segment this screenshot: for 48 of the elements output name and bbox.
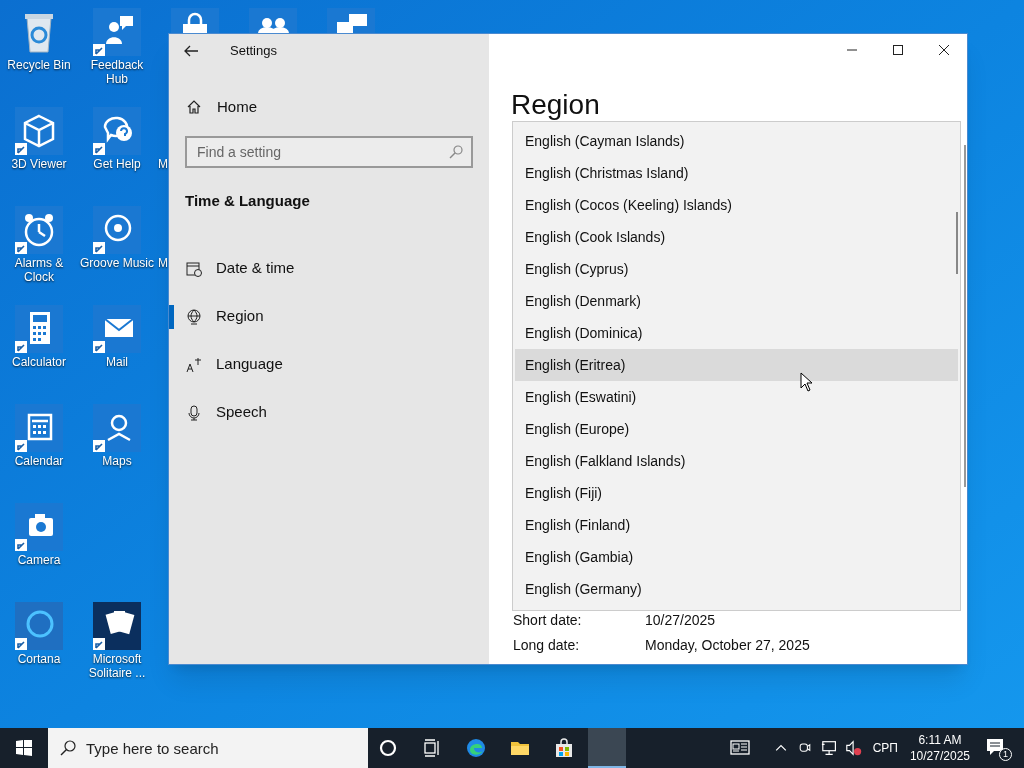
icon-label[interactable]: M <box>158 256 168 270</box>
taskbar-search-field[interactable]: Type here to search <box>48 728 368 768</box>
list-option[interactable]: English (Eswatini) <box>515 381 958 413</box>
list-option[interactable]: English (Finland) <box>515 509 958 541</box>
icon-label[interactable]: Mail <box>79 355 155 369</box>
icon-label[interactable]: M <box>158 157 168 171</box>
clock-date[interactable]: 10/27/2025 <box>909 748 970 764</box>
search-field[interactable]: Find a setting <box>185 136 473 168</box>
input-language-indicator[interactable]: СРП <box>872 739 898 757</box>
icon-label[interactable]: 3D Viewer <box>1 157 77 171</box>
nav-item[interactable]: Date & time <box>169 244 489 293</box>
list-option[interactable]: English (Germany) <box>515 573 958 605</box>
page-title: Region <box>511 88 600 122</box>
format-label: Short date: <box>513 611 583 630</box>
icon-label[interactable]: Camera <box>1 553 77 567</box>
nav-item[interactable]: Speech <box>169 388 489 437</box>
list-option[interactable]: English (Dominica) <box>515 317 958 349</box>
icon-label[interactable]: Alarms & Clock <box>1 256 77 284</box>
icon-label[interactable]: Microsoft Solitaire ... <box>79 652 155 680</box>
icon-label[interactable]: Feedback Hub <box>79 58 155 86</box>
list-option[interactable]: English (Denmark) <box>515 285 958 317</box>
icon-label[interactable]: Get Help <box>79 157 155 171</box>
icon-label[interactable]: Calculator <box>1 355 77 369</box>
list-option[interactable]: English (Gambia) <box>515 541 958 573</box>
format-value: 10/27/2025 <box>645 611 716 630</box>
icon-label[interactable]: Maps <box>79 454 155 468</box>
icon-label[interactable]: Recycle Bin <box>1 58 77 72</box>
list-option[interactable]: English (Cocos (Keeling) Islands) <box>515 189 958 221</box>
window-title: Settings <box>230 42 277 61</box>
icon-label[interactable]: Groove Music <box>79 256 155 270</box>
list-option[interactable]: English (Falkland Islands) <box>515 445 958 477</box>
format-label: Long date: <box>513 636 581 655</box>
clock-time[interactable]: 6:11 AM <box>918 732 962 748</box>
list-option[interactable]: English (Eritrea) <box>515 349 958 381</box>
list-option[interactable]: English (Europe) <box>515 413 958 445</box>
list-option[interactable]: English (Cook Islands) <box>515 221 958 253</box>
icon-label[interactable]: Calendar <box>1 454 77 468</box>
list-option[interactable]: English (Cyprus) <box>515 253 958 285</box>
nav-item[interactable]: Language <box>169 340 489 389</box>
nav-item[interactable]: Region <box>169 292 489 341</box>
list-option[interactable]: English (Fiji) <box>515 477 958 509</box>
notification-count-badge: 1 <box>999 748 1012 761</box>
list-option[interactable]: English (Christmas Island) <box>515 157 958 189</box>
icon-label[interactable]: Cortana <box>1 652 77 666</box>
home-nav-item[interactable]: Home <box>169 97 489 117</box>
section-heading: Time & Language <box>185 191 311 211</box>
list-option[interactable]: English (Cayman Islands) <box>515 125 958 157</box>
format-value: Monday, October 27, 2025 <box>645 636 810 655</box>
